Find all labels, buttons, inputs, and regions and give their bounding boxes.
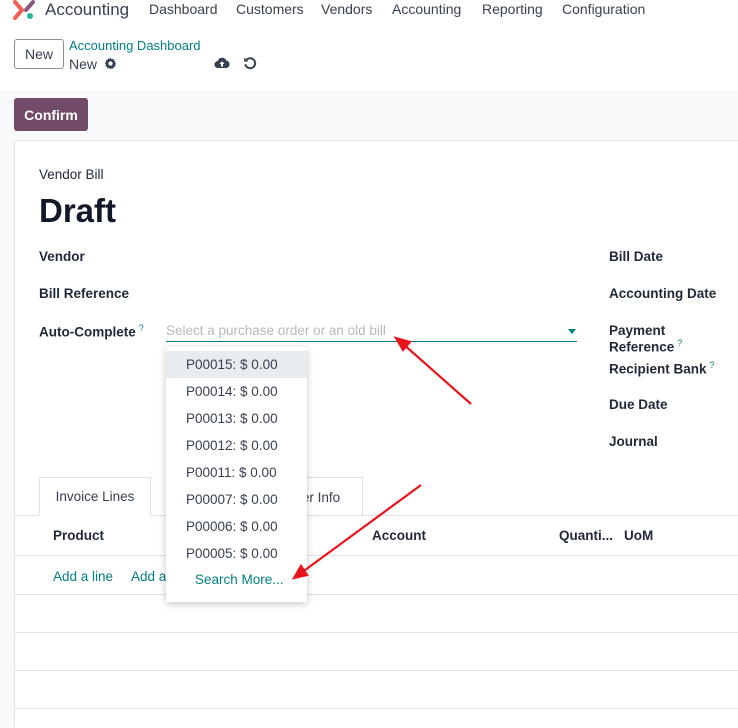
cloud-upload-icon[interactable]	[214, 56, 230, 70]
help-icon[interactable]: ?	[677, 338, 682, 348]
dropdown-option[interactable]: P00007: $ 0.00	[166, 486, 307, 513]
dropdown-option[interactable]: P00005: $ 0.00	[166, 540, 307, 567]
payment-reference-label-text: Payment Reference	[609, 323, 675, 355]
column-account[interactable]: Account	[372, 528, 426, 543]
page-title: Draft	[39, 192, 117, 229]
column-product[interactable]: Product	[53, 528, 104, 543]
table-row-divider	[14, 708, 738, 709]
status-bar-area	[0, 90, 738, 140]
gear-icon[interactable]	[104, 57, 117, 70]
nav-accounting[interactable]: Accounting	[392, 1, 461, 17]
due-date-label: Due Date	[609, 397, 668, 412]
bill-date-label: Bill Date	[609, 249, 664, 264]
dropdown-option[interactable]: P00006: $ 0.00	[166, 513, 307, 540]
column-quantity[interactable]: Quanti...	[559, 528, 613, 543]
search-more-link[interactable]: Search More...	[195, 572, 284, 587]
dropdown-option[interactable]: P00014: $ 0.00	[166, 378, 307, 405]
app-name[interactable]: Accounting	[45, 0, 129, 20]
recipient-bank-label-text: Recipient Bank	[609, 361, 707, 377]
nav-dashboard[interactable]: Dashboard	[149, 1, 218, 17]
nav-reporting[interactable]: Reporting	[482, 1, 543, 17]
table-row-divider	[14, 632, 738, 633]
table-row-divider	[14, 670, 738, 671]
help-icon[interactable]: ?	[710, 360, 715, 370]
odoo-logo-icon[interactable]	[13, 0, 35, 20]
column-uom[interactable]: UoM	[624, 528, 653, 543]
sheet-background	[0, 140, 14, 727]
auto-complete-label-text: Auto-Complete	[39, 324, 136, 340]
table-row-divider	[14, 555, 738, 556]
nav-customers[interactable]: Customers	[236, 1, 304, 17]
dropdown-option[interactable]: P00013: $ 0.00	[166, 405, 307, 432]
payment-reference-label: Payment Reference?	[609, 323, 738, 355]
table-row-divider	[14, 594, 738, 595]
add-line-link[interactable]: Add a line	[53, 569, 113, 584]
new-button[interactable]: New	[14, 39, 64, 69]
recipient-bank-label: Recipient Bank?	[609, 360, 715, 377]
dropdown-option[interactable]: P00012: $ 0.00	[166, 432, 307, 459]
journal-label: Journal	[609, 434, 658, 449]
breadcrumb-current: New	[69, 56, 98, 72]
bill-reference-label: Bill Reference	[39, 286, 130, 301]
auto-complete-placeholder[interactable]: Select a purchase order or an old bill	[166, 323, 386, 338]
nav-configuration[interactable]: Configuration	[562, 1, 645, 17]
breadcrumb-parent[interactable]: Accounting Dashboard	[69, 38, 201, 53]
undo-icon[interactable]	[243, 56, 257, 70]
confirm-button[interactable]: Confirm	[14, 98, 88, 131]
accounting-date-label: Accounting Date	[609, 286, 717, 301]
document-type: Vendor Bill	[39, 167, 104, 182]
help-icon[interactable]: ?	[139, 323, 144, 333]
auto-complete-label: Auto-Complete?	[39, 323, 144, 340]
vendor-label: Vendor	[39, 249, 85, 264]
dropdown-option[interactable]: P00011: $ 0.00	[166, 459, 307, 486]
nav-vendors[interactable]: Vendors	[321, 1, 372, 17]
dropdown-option[interactable]: P00015: $ 0.00	[166, 351, 307, 378]
caret-down-icon[interactable]	[568, 329, 576, 334]
add-section-link[interactable]: Add a	[131, 569, 166, 584]
tab-invoice-lines[interactable]: Invoice Lines	[39, 477, 151, 516]
